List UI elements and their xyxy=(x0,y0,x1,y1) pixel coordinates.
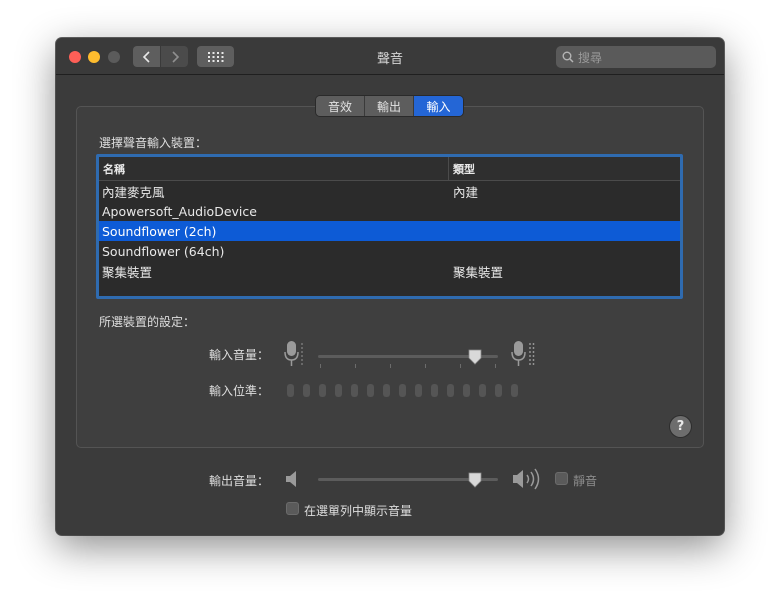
device-name: 內建麥克風 xyxy=(102,184,165,200)
help-button[interactable]: ? xyxy=(670,416,691,437)
search-placeholder: 搜尋 xyxy=(578,50,603,65)
input-volume-slider-knob[interactable] xyxy=(468,349,482,365)
microphone-low-icon xyxy=(284,341,303,366)
device-row[interactable]: 內建麥克風 內建 xyxy=(99,181,680,201)
tab-bar: 音效 輸出 輸入 xyxy=(316,96,463,116)
titlebar: 聲音 搜尋 xyxy=(56,38,724,75)
microphone-high-icon xyxy=(511,341,535,366)
device-section-heading: 選擇聲音輸入裝置： xyxy=(99,136,208,150)
device-name: 聚集裝置 xyxy=(102,264,153,280)
device-name: Soundflower (2ch) xyxy=(102,223,217,239)
column-header-type[interactable]: 類型 xyxy=(449,161,475,177)
sound-preferences-window: 聲音 搜尋 音效 輸出 輸入 選擇聲音輸入裝置： 名稱 類型 內建麥克風 內建 … xyxy=(56,38,724,535)
show-volume-in-menu-bar-checkbox[interactable] xyxy=(286,502,299,515)
device-row-selected[interactable]: Soundflower (2ch) xyxy=(99,221,680,241)
search-icon xyxy=(562,51,574,63)
device-type: 聚集裝置 xyxy=(453,264,504,280)
tab-input[interactable]: 輸入 xyxy=(414,96,463,116)
output-volume-label: 輸出音量： xyxy=(209,474,270,488)
list-header: 名稱 類型 xyxy=(99,157,680,181)
device-type: 內建 xyxy=(453,184,479,200)
settings-heading: 所選裝置的設定： xyxy=(99,315,196,329)
search-field[interactable]: 搜尋 xyxy=(556,46,716,68)
mute-checkbox[interactable] xyxy=(555,472,568,485)
input-level-meter xyxy=(287,384,518,397)
output-volume-slider-knob[interactable] xyxy=(468,472,482,488)
input-device-list[interactable]: 名稱 類型 內建麥克風 內建 Apowersoft_AudioDevice So… xyxy=(96,154,683,299)
speaker-high-icon xyxy=(513,468,540,490)
tab-output[interactable]: 輸出 xyxy=(365,96,414,116)
speaker-low-icon xyxy=(286,471,296,487)
help-icon: ? xyxy=(676,419,685,434)
device-row[interactable]: 聚集裝置 聚集裝置 xyxy=(99,261,680,281)
device-name: Soundflower (64ch) xyxy=(102,243,225,259)
show-volume-in-menu-bar-label: 在選單列中顯示音量 xyxy=(304,504,413,518)
mute-label: 靜音 xyxy=(573,474,598,488)
input-level-label: 輸入位準： xyxy=(209,384,270,398)
device-name: Apowersoft_AudioDevice xyxy=(102,203,257,219)
tab-sound-effects[interactable]: 音效 xyxy=(316,96,365,116)
device-row[interactable]: Soundflower (64ch) xyxy=(99,241,680,261)
input-volume-label: 輸入音量： xyxy=(209,348,270,362)
column-header-name[interactable]: 名稱 xyxy=(99,157,449,180)
device-row[interactable]: Apowersoft_AudioDevice xyxy=(99,201,680,221)
